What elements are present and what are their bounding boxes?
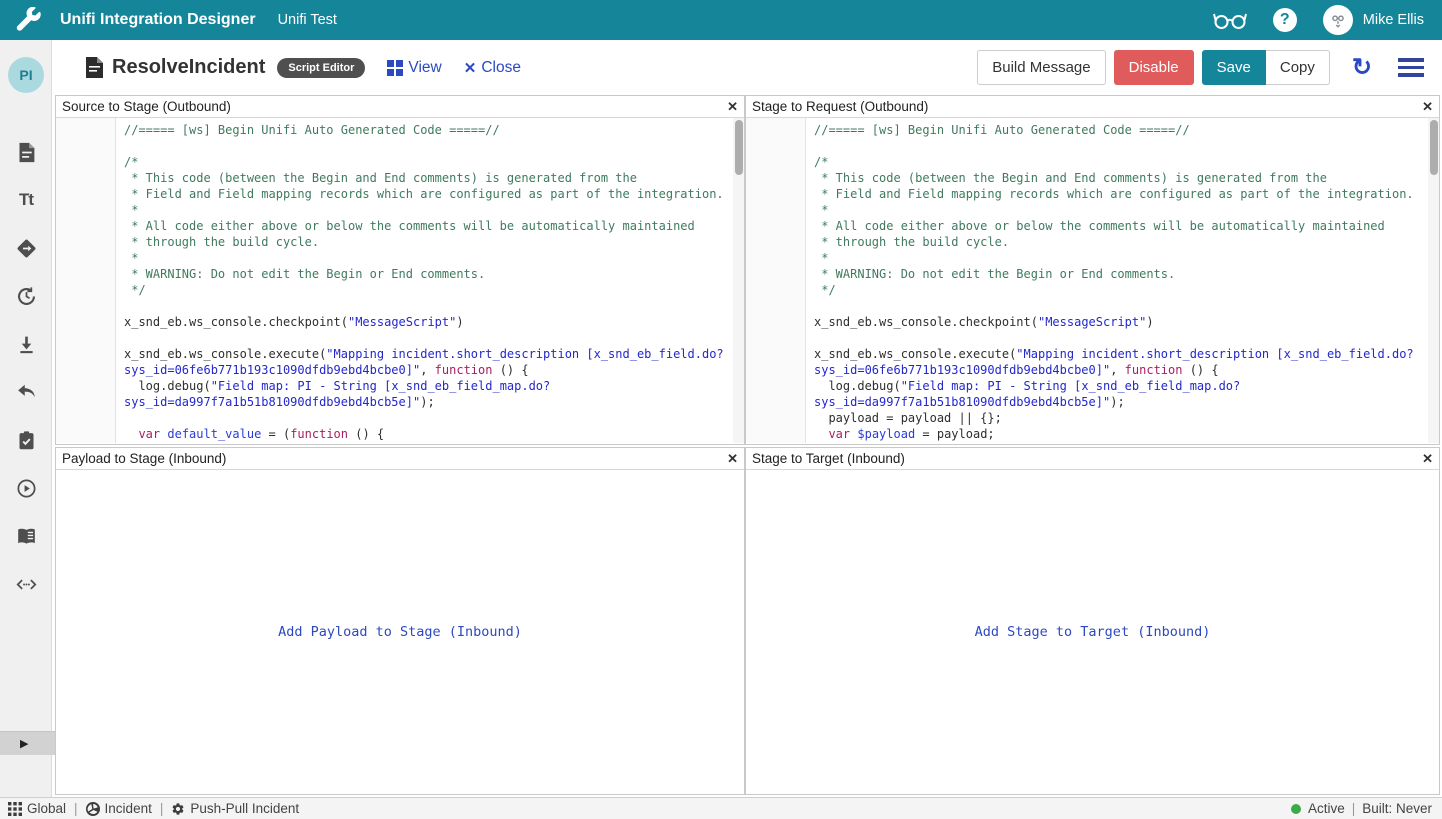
collapse-arrow-icon: ▶ [20, 737, 28, 750]
glasses-icon[interactable] [1213, 9, 1247, 31]
save-button[interactable]: Save [1202, 50, 1266, 85]
panel-stage-to-request: Stage to Request (Outbound) ✕ 1//===== [… [745, 95, 1440, 445]
app-context[interactable]: Unifi Test [278, 12, 337, 28]
docs-book-icon[interactable] [0, 512, 52, 560]
tasks-icon[interactable] [0, 416, 52, 464]
close-icon: ✕ [464, 59, 477, 77]
user-avatar [1323, 5, 1353, 35]
separator: | [74, 801, 78, 816]
view-button[interactable]: View [387, 59, 441, 77]
panel-title: Payload to Stage (Inbound) [62, 451, 226, 466]
build-message-button[interactable]: Build Message [977, 50, 1105, 85]
add-stage-to-target-link[interactable]: Add Stage to Target (Inbound) [975, 624, 1211, 640]
history-icon[interactable] [0, 272, 52, 320]
panel-title: Stage to Request (Outbound) [752, 99, 928, 114]
panel-close-icon[interactable]: ✕ [1422, 452, 1433, 465]
user-name: Mike Ellis [1363, 12, 1424, 28]
play-icon[interactable] [0, 464, 52, 512]
panel-close-icon[interactable]: ✕ [727, 452, 738, 465]
panel-title: Stage to Target (Inbound) [752, 451, 905, 466]
integration-avatar[interactable]: PI [8, 57, 44, 93]
scrollbar[interactable] [1428, 118, 1439, 443]
left-sidebar: PI Tt [0, 40, 52, 797]
close-button[interactable]: ✕ Close [464, 59, 521, 77]
refresh-icon[interactable]: ↻ [1352, 56, 1372, 80]
code-editor[interactable]: 1//===== [ws] Begin Unifi Auto Generated… [56, 118, 744, 443]
panel-source-to-stage: Source to Stage (Outbound) ✕ 1//===== [w… [55, 95, 745, 445]
panel-payload-to-stage: Payload to Stage (Inbound) ✕ Add Payload… [55, 447, 745, 795]
scrollbar[interactable] [733, 118, 744, 443]
menu-icon[interactable] [1398, 54, 1424, 81]
code-editor[interactable]: 1//===== [ws] Begin Unifi Auto Generated… [746, 118, 1439, 443]
active-status-dot [1291, 804, 1301, 814]
record-header: ResolveIncident Script Editor View ✕ Clo… [52, 40, 1442, 95]
add-payload-to-stage-link[interactable]: Add Payload to Stage (Inbound) [278, 624, 522, 640]
built-status-label: Built: Never [1362, 801, 1432, 816]
statusbar-item-incident[interactable]: Incident [86, 801, 152, 816]
statusbar-item-global[interactable]: Global [8, 801, 66, 816]
copy-button[interactable]: Copy [1266, 50, 1330, 85]
app-title: Unifi Integration Designer [60, 11, 256, 29]
wrench-icon[interactable] [16, 7, 42, 33]
document-icon[interactable] [0, 128, 52, 176]
directions-icon[interactable] [0, 224, 52, 272]
statusbar-item-push-pull-incident[interactable]: Push-Pull Incident [171, 801, 299, 816]
panel-close-icon[interactable]: ✕ [1422, 100, 1433, 113]
top-navbar: Unifi Integration Designer Unifi Test ? … [0, 0, 1442, 40]
user-menu[interactable]: Mike Ellis [1323, 5, 1424, 35]
page-title: ResolveIncident [112, 56, 265, 79]
status-bar: Global | Incident | Push-Pull Incident Activ… [0, 797, 1442, 819]
help-icon[interactable]: ? [1273, 8, 1297, 32]
text-format-icon[interactable]: Tt [0, 176, 52, 224]
code-icon[interactable] [0, 560, 52, 608]
download-icon[interactable] [0, 320, 52, 368]
document-icon [85, 57, 104, 78]
grid-view-icon [387, 60, 403, 76]
script-editor-badge: Script Editor [277, 58, 365, 78]
active-status-label: Active [1308, 801, 1345, 816]
panel-stage-to-target: Stage to Target (Inbound) ✕ Add Stage to… [745, 447, 1440, 795]
panel-title: Source to Stage (Outbound) [62, 99, 231, 114]
toolbar: Build Message Disable Save Copy ↻ [977, 50, 1424, 85]
separator: | [160, 801, 164, 816]
disable-button[interactable]: Disable [1114, 50, 1194, 85]
undo-icon[interactable] [0, 368, 52, 416]
panel-close-icon[interactable]: ✕ [727, 100, 738, 113]
